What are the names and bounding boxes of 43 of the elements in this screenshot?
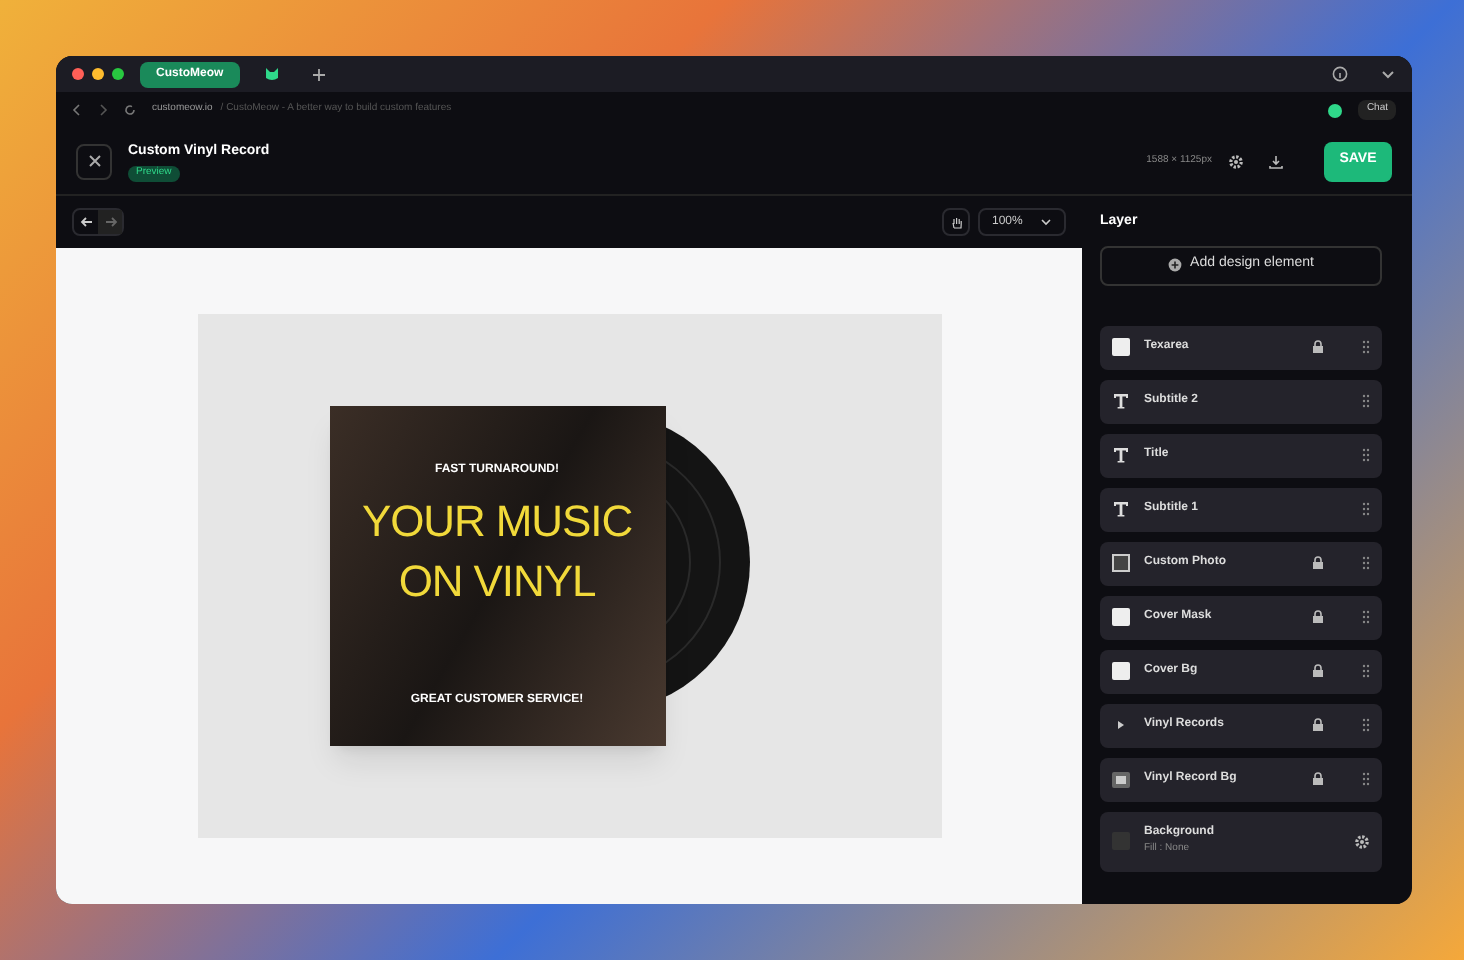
settings-icon[interactable] (1354, 833, 1370, 849)
extension-icon[interactable] (1328, 103, 1343, 117)
forward-icon[interactable] (98, 104, 108, 116)
info-icon[interactable] (1332, 66, 1348, 82)
lock-icon[interactable] (1312, 556, 1324, 570)
drag-handle-icon[interactable] (1362, 610, 1370, 624)
plus-circle-icon (1168, 258, 1183, 272)
cat-icon[interactable] (263, 66, 280, 82)
close-button[interactable] (76, 143, 112, 179)
reload-icon[interactable] (124, 104, 136, 116)
lock-icon[interactable] (1312, 718, 1324, 732)
new-tab-icon[interactable] (311, 67, 326, 81)
photo-layer-icon (1112, 554, 1130, 572)
chevron-down-icon[interactable] (1380, 66, 1396, 82)
cover-headline: YOUR MUSIC ON VINYL (359, 494, 635, 610)
hand-tool-button[interactable] (942, 208, 970, 236)
drag-handle-icon[interactable] (1362, 556, 1370, 570)
image-layer-icon (1112, 338, 1130, 356)
hand-icon (949, 215, 963, 229)
text-layer-icon (1112, 446, 1130, 464)
drag-handle-icon[interactable] (1362, 340, 1370, 354)
redo-icon (103, 216, 117, 228)
undo-icon (79, 216, 93, 228)
back-icon[interactable] (72, 104, 82, 116)
drag-handle-icon[interactable] (1362, 502, 1370, 516)
download-icon[interactable] (1268, 153, 1284, 169)
settings-icon[interactable] (1228, 153, 1244, 169)
text-layer-icon (1112, 392, 1130, 410)
chevron-down-icon (1040, 216, 1052, 228)
picture-layer-icon (1112, 771, 1130, 787)
image-layer-icon (1112, 662, 1130, 680)
drag-handle-icon[interactable] (1362, 718, 1370, 732)
drag-handle-icon[interactable] (1362, 664, 1370, 678)
drag-handle-icon[interactable] (1362, 448, 1370, 462)
close-icon (87, 154, 101, 168)
lock-icon[interactable] (1312, 772, 1324, 786)
drag-handle-icon[interactable] (1362, 772, 1370, 786)
image-layer-icon (1112, 608, 1130, 626)
drag-handle-icon[interactable] (1362, 394, 1370, 408)
text-layer-icon (1112, 500, 1130, 518)
lock-icon[interactable] (1312, 664, 1324, 678)
lock-icon[interactable] (1312, 340, 1324, 354)
lock-icon[interactable] (1312, 610, 1324, 624)
